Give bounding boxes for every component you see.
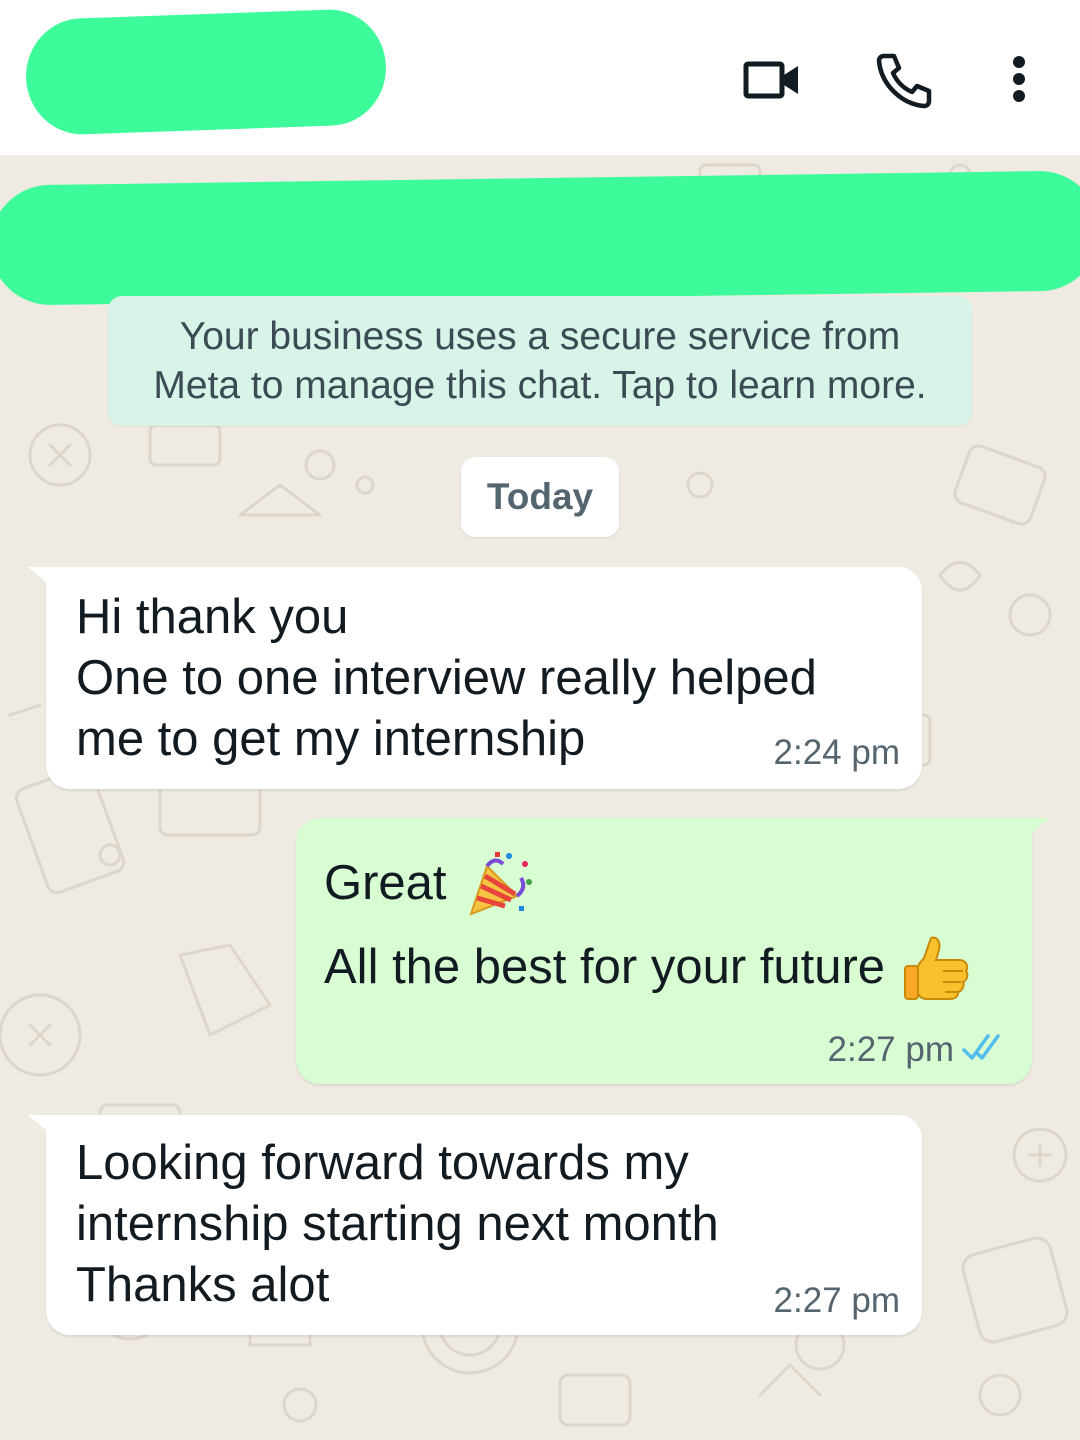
message-line: Hi thank you — [76, 590, 349, 644]
chat-header: online — [0, 0, 1080, 155]
more-options-icon[interactable] — [990, 48, 1054, 112]
message-line: internship starting next month — [76, 1197, 719, 1251]
message-line: me to get my internship — [76, 712, 586, 766]
message-line: Great — [324, 855, 447, 910]
message-line: Looking forward towards my — [76, 1136, 689, 1190]
notice-line-2: Meta to manage this chat. Tap to learn m… — [153, 364, 927, 407]
redacted-contact-name — [24, 7, 388, 137]
bubble-tail — [28, 567, 64, 597]
message-line: One to one interview really helped — [76, 651, 817, 705]
incoming-message[interactable]: Looking forward towards my internship st… — [28, 1115, 922, 1335]
message-text: Looking forward towards my internship st… — [76, 1133, 719, 1316]
message-text: Hi thank you One to one interview really… — [76, 587, 817, 770]
voice-call-icon[interactable] — [872, 48, 936, 112]
bubble-tail — [1014, 818, 1050, 848]
message-timestamp: 2:24 pm — [773, 733, 900, 772]
message-line: Thanks alot — [76, 1258, 330, 1312]
business-security-notice[interactable]: Your business uses a secure service from… — [108, 296, 972, 426]
message-timestamp: 2:27 pm — [827, 1030, 954, 1069]
notice-line-1: Your business uses a secure service from — [179, 315, 901, 358]
bubble-tail — [28, 1115, 64, 1145]
date-separator: Today — [461, 457, 619, 537]
incoming-message[interactable]: Hi thank you One to one interview really… — [28, 567, 922, 789]
read-receipt-icon — [962, 1032, 1010, 1062]
thumbs-up-emoji — [903, 932, 973, 1002]
message-timestamp: 2:27 pm — [773, 1281, 900, 1320]
party-popper-emoji — [465, 848, 535, 918]
redacted-banner — [0, 170, 1080, 306]
message-text: Great — [324, 848, 535, 918]
message-line: All the best for your future — [324, 939, 886, 994]
video-call-icon[interactable] — [740, 48, 804, 112]
outgoing-message[interactable]: Great All the best for your future 2:27 … — [296, 818, 1050, 1084]
message-text: All the best for your future — [324, 932, 973, 1002]
